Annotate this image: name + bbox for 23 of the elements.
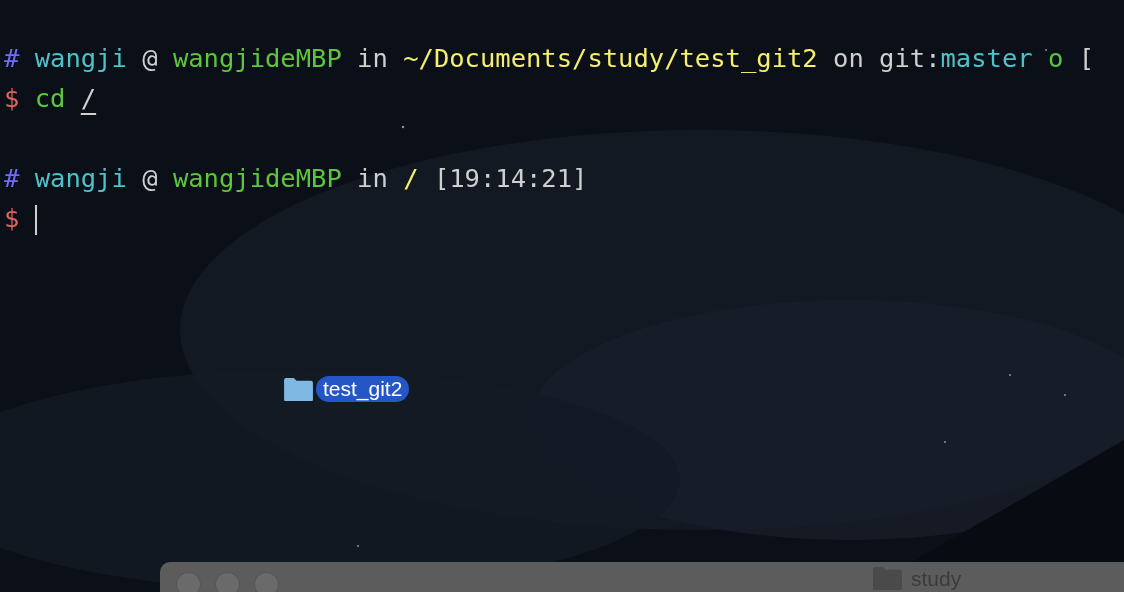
terminal-text: wangjideMBP bbox=[172, 43, 342, 73]
terminal-text: cd bbox=[34, 83, 66, 113]
terminal-text: wangji bbox=[34, 163, 127, 193]
terminal-text: [19:14:21] bbox=[433, 163, 588, 193]
terminal-text: on bbox=[833, 43, 864, 73]
terminal-text: / bbox=[403, 163, 419, 193]
terminal-text: wangji bbox=[34, 43, 127, 73]
terminal-text: # bbox=[4, 163, 20, 193]
terminal-text: ~/Documents/study/test_git2 bbox=[403, 43, 818, 73]
terminal-text: $ bbox=[4, 203, 20, 233]
file-label[interactable]: test_git2 bbox=[316, 376, 410, 402]
terminal-text: / bbox=[80, 83, 97, 113]
terminal-text: @ bbox=[142, 163, 158, 193]
terminal-text: git: bbox=[879, 43, 941, 73]
terminal-text: o bbox=[1048, 43, 1064, 73]
terminal-text: wangjideMBP bbox=[172, 163, 342, 193]
terminal-text: [ bbox=[1078, 43, 1095, 73]
terminal-text: $ bbox=[4, 83, 20, 113]
terminal-text: @ bbox=[142, 43, 158, 73]
terminal-text: # bbox=[4, 43, 20, 73]
terminal-text: master bbox=[940, 43, 1033, 73]
terminal-text: in bbox=[357, 43, 388, 73]
terminal-text: in bbox=[357, 163, 388, 193]
